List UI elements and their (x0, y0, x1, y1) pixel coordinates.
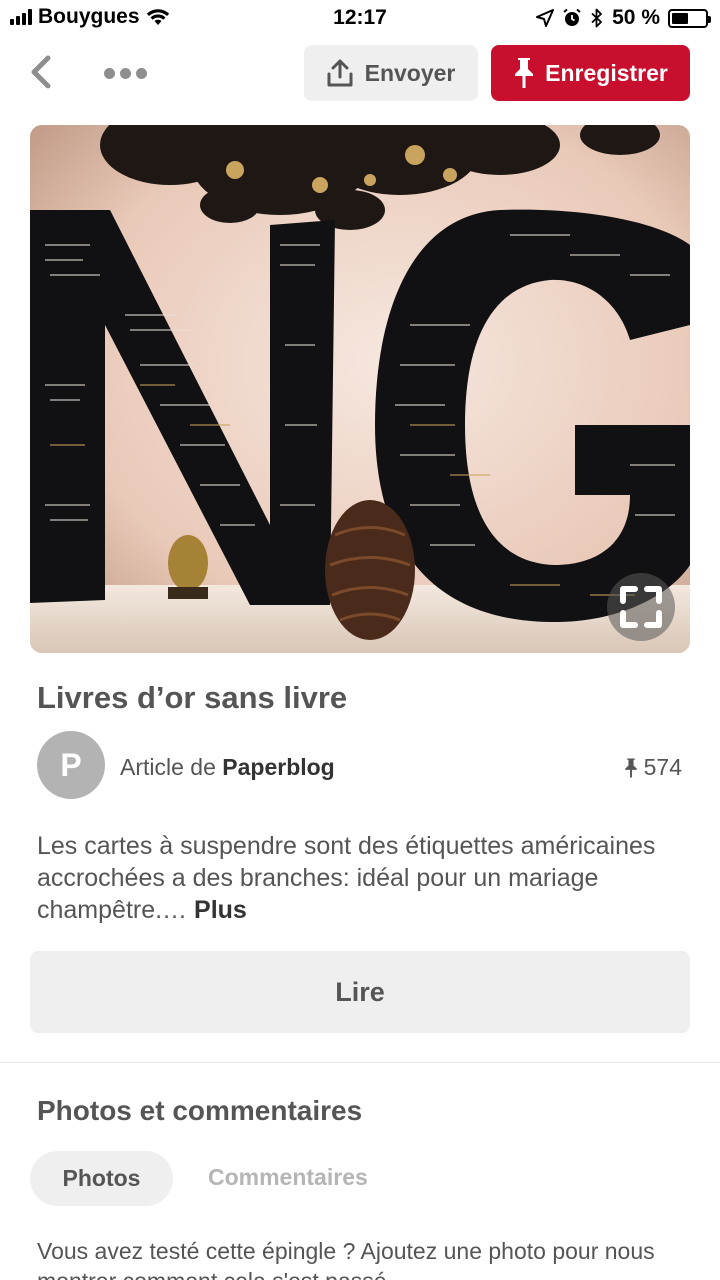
source-attribution[interactable]: Article de Paperblog (120, 754, 335, 781)
send-button[interactable]: Envoyer (304, 45, 478, 101)
save-count: 574 (624, 754, 682, 781)
alarm-icon (563, 8, 581, 26)
pin-image[interactable] (30, 125, 690, 653)
save-button[interactable]: Enregistrer (491, 45, 690, 101)
status-right: 50 % (536, 6, 711, 30)
pin-photo (30, 125, 690, 653)
status-bar: Bouygues 12:17 50 % (0, 0, 720, 36)
source-prefix: Article de (120, 754, 216, 780)
bluetooth-icon (591, 8, 603, 28)
pin-icon (515, 58, 534, 88)
more-dots-icon[interactable] (104, 58, 147, 88)
top-nav: Envoyer Enregistrer (0, 44, 720, 102)
location-arrow-icon (536, 9, 555, 27)
battery-icon (668, 8, 711, 28)
back-chevron-icon (31, 55, 51, 89)
section-title: Photos et commentaires (37, 1095, 363, 1126)
share-upload-icon (327, 59, 353, 87)
battery-level (672, 12, 688, 24)
source-name[interactable]: Paperblog (222, 754, 334, 780)
save-count-value: 574 (643, 754, 682, 780)
pin-description: Les cartes à suspendre sont des étiquett… (37, 830, 677, 926)
divider (0, 1062, 720, 1063)
pin-icon (624, 757, 637, 778)
expand-icon (620, 586, 662, 628)
send-label: Envoyer (364, 59, 456, 86)
back-button[interactable] (24, 52, 64, 92)
description-text: Les cartes à suspendre sont des étiquett… (37, 832, 656, 924)
save-label: Enregistrer (545, 59, 668, 86)
more-link[interactable]: Plus (194, 896, 247, 924)
source-avatar[interactable]: P (37, 731, 105, 799)
expand-button[interactable] (607, 573, 675, 641)
tab-photos[interactable]: Photos (30, 1151, 173, 1206)
pin-title: Livres d’or sans livre (37, 680, 348, 715)
read-button[interactable]: Lire (30, 951, 690, 1033)
tried-prompt: Vous avez testé cette épingle ? Ajoutez … (37, 1238, 655, 1280)
tab-comments[interactable]: Commentaires (208, 1164, 368, 1191)
battery-percent: 50 % (612, 6, 660, 29)
